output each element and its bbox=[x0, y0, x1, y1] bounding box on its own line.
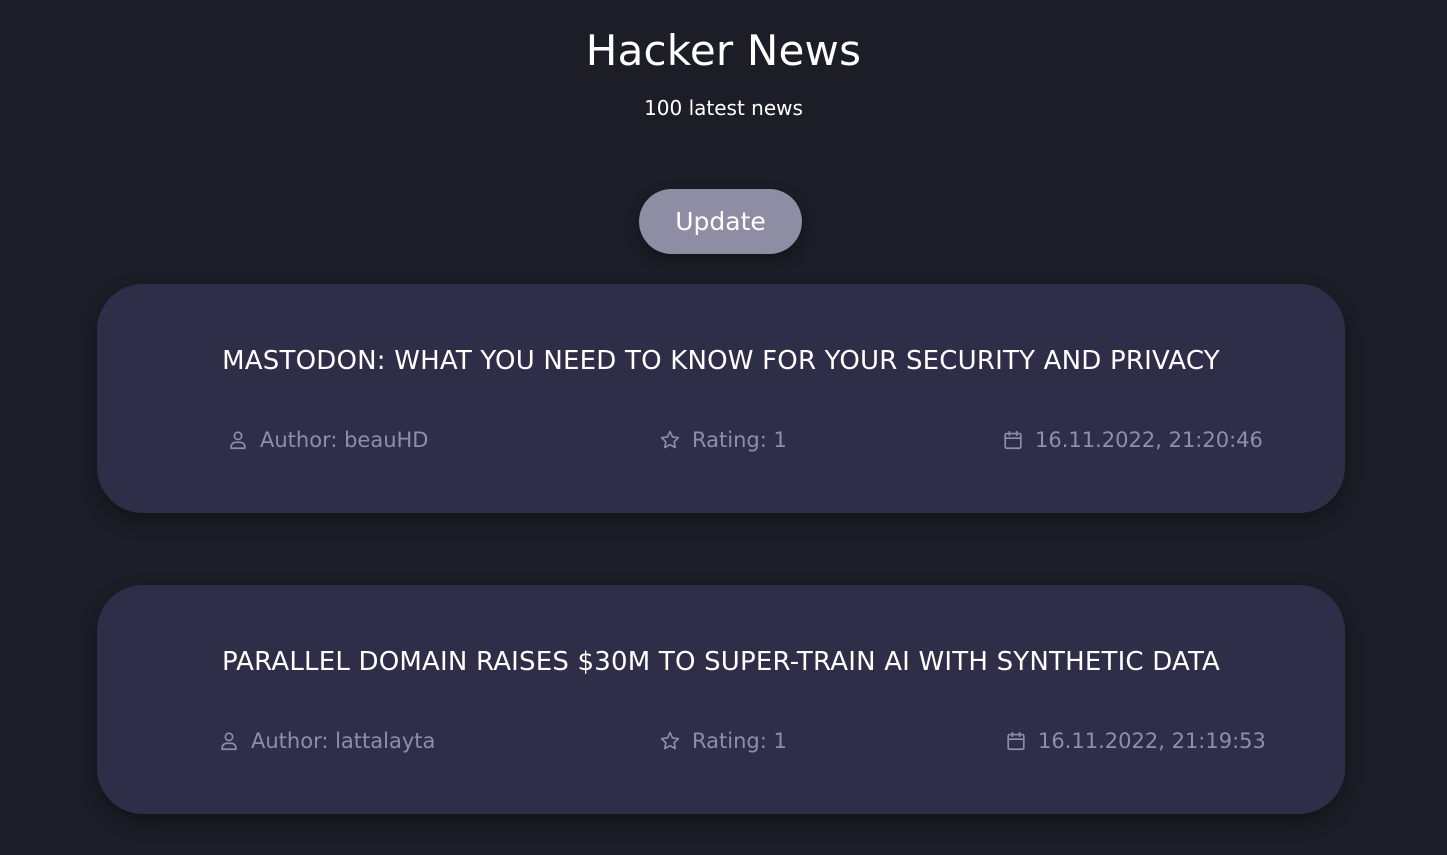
news-date-text: 16.11.2022, 21:19:53 bbox=[1038, 729, 1266, 753]
news-card[interactable]: MASTODON: WHAT YOU NEED TO KNOW FOR YOUR… bbox=[97, 284, 1345, 513]
news-rating: Rating: 1 bbox=[659, 727, 787, 755]
news-author: Author: lattalayta bbox=[218, 727, 435, 755]
news-author-text: Author: lattalayta bbox=[251, 729, 436, 753]
news-card[interactable]: PARALLEL DOMAIN RAISES $30M TO SUPER-TRA… bbox=[97, 585, 1345, 814]
news-author-text: Author: beauHD bbox=[260, 428, 429, 452]
news-date: 16.11.2022, 21:20:46 bbox=[1002, 426, 1263, 454]
calendar-icon bbox=[1007, 731, 1025, 751]
news-title[interactable]: PARALLEL DOMAIN RAISES $30M TO SUPER-TRA… bbox=[97, 645, 1345, 679]
page-title: Hacker News bbox=[585, 26, 862, 75]
news-date-text: 16.11.2022, 21:20:46 bbox=[1035, 428, 1263, 452]
user-icon bbox=[221, 732, 237, 751]
update-button[interactable]: Update bbox=[639, 189, 802, 254]
news-rating: Rating: 1 bbox=[659, 426, 787, 454]
page-subtitle: 100 latest news bbox=[644, 96, 803, 120]
calendar-icon bbox=[1004, 430, 1022, 450]
star-icon bbox=[660, 430, 680, 449]
news-rating-text: Rating: 1 bbox=[692, 428, 787, 452]
news-date: 16.11.2022, 21:19:53 bbox=[1005, 727, 1266, 755]
news-rating-text: Rating: 1 bbox=[692, 729, 787, 753]
news-title[interactable]: MASTODON: WHAT YOU NEED TO KNOW FOR YOUR… bbox=[97, 344, 1345, 378]
page: Hacker News 100 latest news Update MASTO… bbox=[0, 0, 1447, 855]
news-author: Author: beauHD bbox=[227, 426, 428, 454]
star-icon bbox=[660, 731, 680, 750]
user-icon bbox=[230, 431, 246, 450]
